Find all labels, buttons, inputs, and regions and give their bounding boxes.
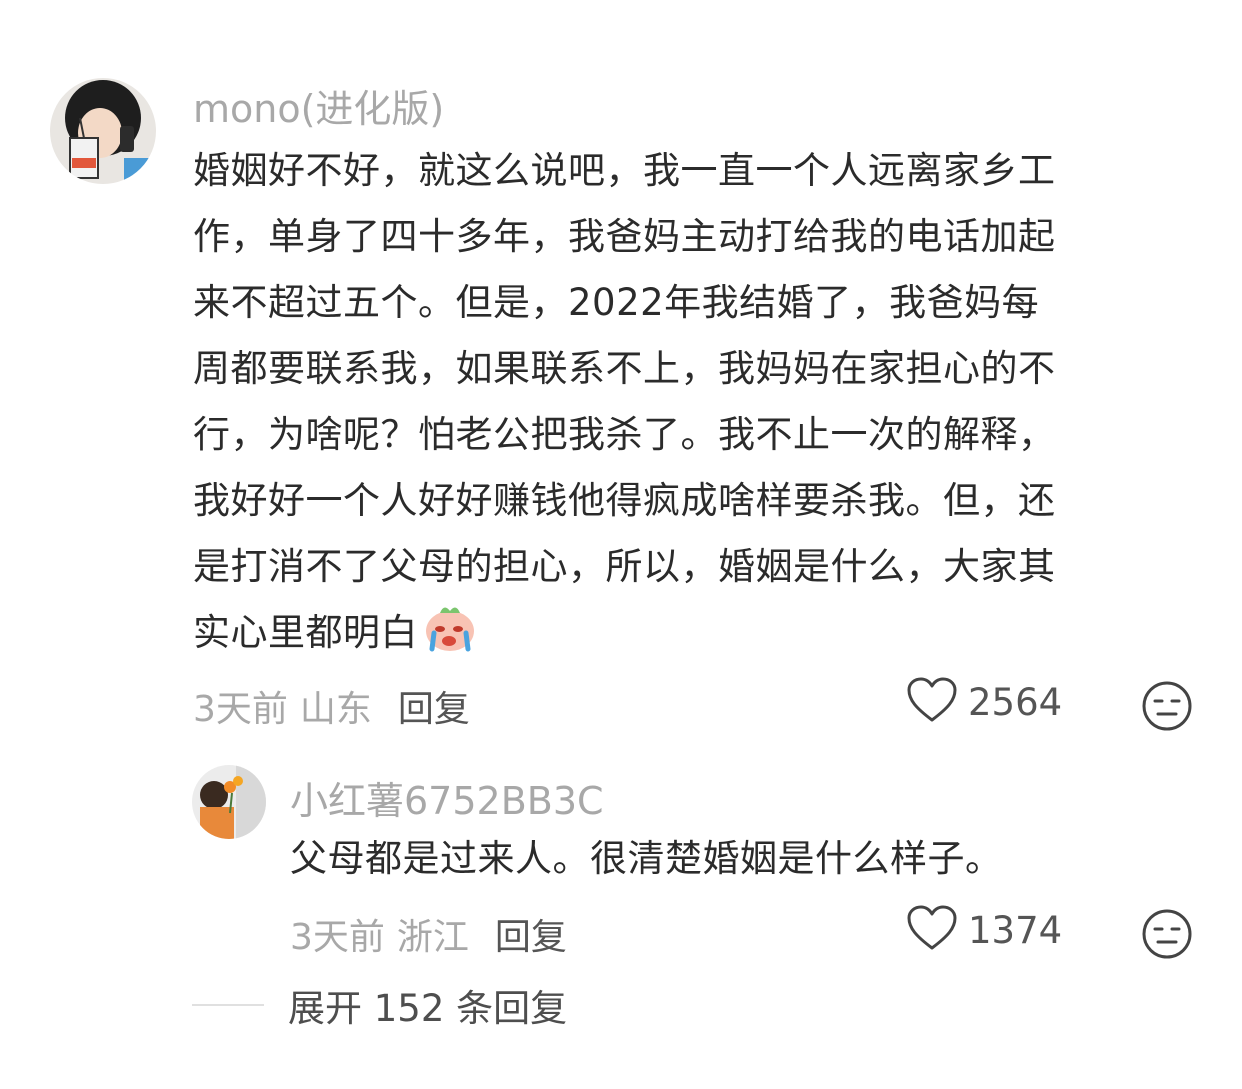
neutral-face-icon (1141, 909, 1193, 964)
comment-line: 作，单身了四十多年，我爸妈主动打给我的电话加起 (193, 215, 1056, 258)
timestamp: 3天前 (193, 689, 288, 730)
comment-line-last: 实心里都明白 (193, 600, 1193, 674)
comment-line: 父母都是过来人。很清楚婚姻是什么样子。 (290, 837, 1003, 880)
neutral-face-icon (1141, 681, 1193, 736)
reply-button[interactable]: 回复 (495, 917, 567, 958)
avatar[interactable] (192, 765, 266, 839)
location: 山东 (299, 689, 372, 730)
comment-meta: 3天前 山东 回复 (193, 680, 470, 732)
comment-text: 父母都是过来人。很清楚婚姻是什么样子。 (290, 826, 1190, 892)
like-button[interactable]: 1374 (906, 904, 1062, 956)
comment-line: 实心里都明白 (193, 611, 418, 654)
reply-button[interactable]: 回复 (398, 689, 470, 730)
timestamp: 3天前 (290, 917, 385, 958)
crying-face-emoji (422, 601, 478, 674)
comment-meta: 3天前 浙江 回复 (290, 908, 567, 960)
dislike-button[interactable] (1141, 908, 1193, 964)
comment-line: 来不超过五个。但是，2022年我结婚了，我爸妈每 (193, 281, 1040, 324)
avatar[interactable] (50, 78, 156, 184)
heart-icon (906, 676, 958, 728)
dislike-button[interactable] (1141, 680, 1193, 736)
comment-line: 行，为啥呢？怕老公把我杀了。我不止一次的解释， (193, 413, 1056, 456)
like-button[interactable]: 2564 (906, 676, 1062, 728)
divider (192, 1004, 264, 1006)
comment-line: 是打消不了父母的担心，所以，婚姻是什么，大家其 (193, 545, 1056, 588)
comment-line: 我好好一个人好好赚钱他得疯成啥样要杀我。但，还 (193, 479, 1056, 522)
heart-icon (906, 904, 958, 956)
like-count: 1374 (968, 908, 1063, 952)
username[interactable]: mono(进化版) (193, 78, 444, 133)
comment-text: 婚姻好不好，就这么说吧，我一直一个人远离家乡工 作，单身了四十多年，我爸妈主动打… (193, 138, 1193, 674)
comment-line: 婚姻好不好，就这么说吧，我一直一个人远离家乡工 (193, 149, 1056, 192)
expand-replies-button[interactable]: 展开 152 条回复 (192, 978, 567, 1032)
comment-line: 周都要联系我，如果联系不上，我妈妈在家担心的不 (193, 347, 1056, 390)
username[interactable]: 小红薯6752BB3C (290, 770, 604, 825)
expand-replies-label: 展开 152 条回复 (288, 987, 568, 1030)
like-count: 2564 (968, 680, 1063, 724)
location: 浙江 (396, 917, 469, 958)
